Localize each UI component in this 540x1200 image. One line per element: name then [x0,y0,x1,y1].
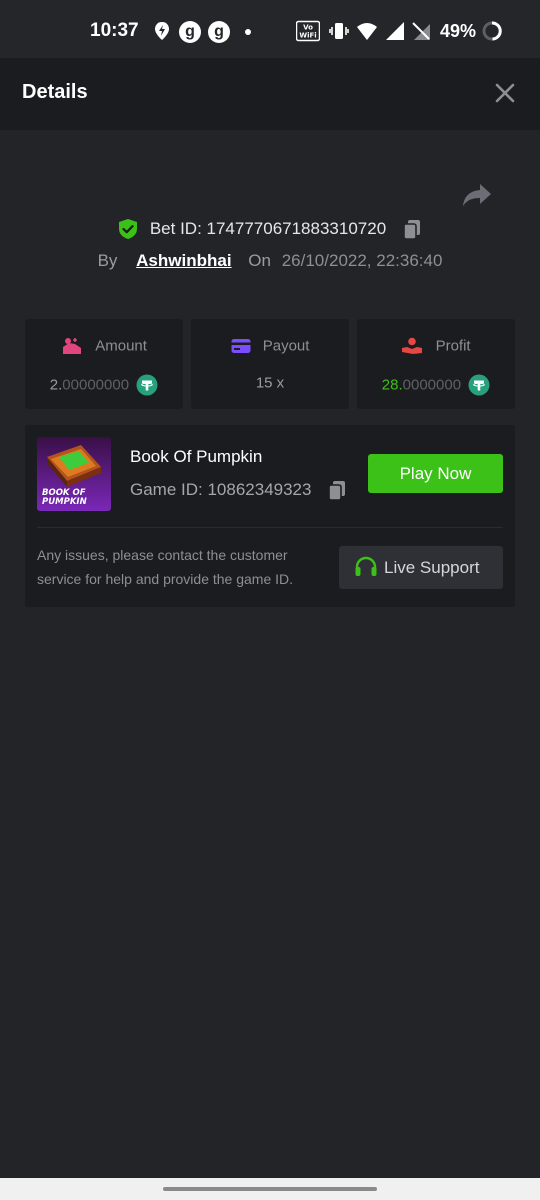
no-signal-icon [412,22,430,40]
battery-percent: 49% [440,21,477,41]
copy-icon[interactable] [401,218,423,240]
card-payment-icon [231,339,251,354]
wifi-icon [357,23,377,40]
payout-label: Payout [262,337,310,355]
game-id-row: Game ID: 10862349323 [130,479,348,501]
more-notifications-dot [245,29,251,35]
by-label: By [97,251,118,270]
svg-text:Vo: Vo [303,24,313,32]
vibrate-icon [329,23,349,39]
profit-value-main: 28. [381,376,403,394]
bet-id-row: Bet ID: 1747770671883310720 [0,218,540,244]
svg-text:PUMPKIN: PUMPKIN [42,497,87,507]
game-panel: BOOK OF PUMPKIN Book Of Pumpkin Game ID:… [25,425,515,607]
game-name: Book Of Pumpkin [130,447,263,466]
signal-icon [386,22,404,40]
on-label: On [248,251,271,270]
page-title: Details [22,81,88,103]
details-header: Details [0,58,540,130]
share-icon[interactable] [460,180,494,210]
support-help-text: Any issues, please contact the customer … [37,547,294,587]
bet-author-row: By Ashwinbhai On 26/10/2022, 22:36:40 [0,251,540,271]
tether-coin-icon [468,374,490,396]
app-g-icon: g [208,21,230,43]
username-link[interactable]: Ashwinbhai [136,251,231,270]
payout-value: 15 x [255,374,285,392]
copy-icon[interactable] [326,479,348,501]
amount-icon [63,338,82,355]
profit-label: Profit [435,337,471,355]
vowifi-icon: Vo WiFi [296,20,320,42]
game-thumbnail[interactable]: BOOK OF PUMPKIN [37,437,111,511]
status-bar: 10:37 g g Vo WiFi 49% [0,0,540,58]
amount-card: Amount 2.00000000 [25,319,183,409]
battery-icon [482,21,502,41]
status-time: 10:37 [90,20,139,41]
app-g-icon: g [179,21,201,43]
play-now-button[interactable]: Play Now [368,454,503,493]
bet-date: 26/10/2022, 22:36:40 [281,251,443,270]
amount-label: Amount [95,337,147,355]
profit-value-decimals: 0000000 [402,376,462,394]
amount-value-main: 2. [49,376,63,394]
profit-hand-icon [402,337,423,355]
amount-value-decimals: 00000000 [62,376,130,394]
live-support-button[interactable]: Live Support [339,546,503,589]
payout-card: Payout 15 x [191,319,349,409]
live-support-label: Live Support [384,557,480,577]
navigation-bar [0,1178,540,1200]
profit-card: Profit 28.0000000 [357,319,515,409]
svg-text:WiFi: WiFi [299,32,316,40]
notification-icon [155,22,169,40]
game-id: Game ID: 10862349323 [130,480,312,499]
bet-id: Bet ID: 1747770671883310720 [149,219,387,238]
home-gesture-bar[interactable] [163,1187,377,1191]
tether-coin-icon [136,374,158,396]
close-icon[interactable] [492,80,518,106]
verified-shield-icon [119,219,138,239]
divider [37,527,503,528]
headset-icon [355,556,377,576]
